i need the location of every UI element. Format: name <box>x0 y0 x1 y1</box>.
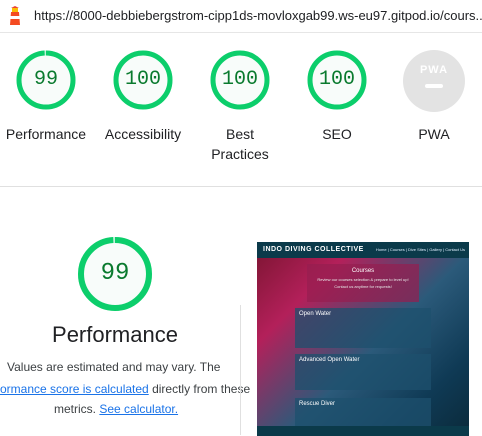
score-value: 100 <box>221 68 258 91</box>
estimate-note: Values are estimated and may vary. The <box>7 360 221 374</box>
gauge-best-practices[interactable]: 100 Best Practices <box>192 50 288 164</box>
note-text: metrics. <box>54 402 96 416</box>
site-card-title: Advanced Open Water <box>299 357 360 363</box>
site-navbar: INDO DIVING COLLECTIVE Home | Courses | … <box>257 242 469 258</box>
site-hero: Courses Review our courses selection & p… <box>307 264 419 302</box>
pwa-badge-text: PWA <box>419 64 449 76</box>
site-card: Open Water <box>295 308 431 348</box>
category-label-line: Practices <box>211 146 269 162</box>
address-bar[interactable]: https://8000-debbiebergstrom-cipp1ds-mov… <box>0 0 482 33</box>
site-card-title: Rescue Diver <box>299 401 336 407</box>
site-hero-cta: Contact us anytime for requests! <box>334 284 392 289</box>
gauge-accessibility[interactable]: 100 Accessibility <box>95 50 191 144</box>
performance-title: Performance <box>52 322 178 347</box>
score-value: 100 <box>124 68 161 91</box>
score-value: 99 <box>33 68 58 91</box>
pwa-badge-icon: PWA <box>403 50 465 112</box>
pwa-badge-bar <box>425 84 443 88</box>
site-hero-text: Review our courses selection & prepare t… <box>317 277 409 282</box>
url-text[interactable]: https://8000-debbiebergstrom-cipp1ds-mov… <box>34 8 482 23</box>
site-footer <box>257 426 469 436</box>
site-menu: Home | Courses | Dive Sites | Gallery | … <box>375 247 465 252</box>
estimate-note-line-2: ormance score is calculated directly fro… <box>0 382 250 396</box>
gauge-performance[interactable]: 99 Performance <box>0 50 94 144</box>
site-card: Advanced Open Water <box>295 354 431 390</box>
site-card-title: Open Water <box>299 311 332 317</box>
site-hero-title: Courses <box>351 268 375 274</box>
category-label: Best Practices <box>192 124 288 164</box>
section-divider <box>0 186 482 187</box>
see-calculator-link[interactable]: See calculator. <box>99 402 178 416</box>
score-calculated-link[interactable]: ormance score is calculated <box>0 382 149 396</box>
gauge-pwa[interactable]: PWA PWA <box>386 50 482 144</box>
category-label: PWA <box>418 126 450 142</box>
note-text: directly from these <box>152 382 251 396</box>
category-label-line: Best <box>225 126 254 142</box>
site-brand: INDO DIVING COLLECTIVE <box>263 246 364 253</box>
performance-score: 99 <box>100 260 130 287</box>
category-label: SEO <box>322 126 352 142</box>
score-value: 100 <box>318 68 355 91</box>
category-label: Performance <box>5 126 87 142</box>
page-screenshot-thumbnail[interactable]: INDO DIVING COLLECTIVE Home | Courses | … <box>257 242 469 436</box>
lighthouse-icon <box>10 6 20 25</box>
category-label: Accessibility <box>104 126 182 142</box>
estimate-note-line-3: metrics. See calculator. <box>54 402 178 416</box>
column-divider <box>240 305 241 435</box>
site-card: Rescue Diver <box>295 398 431 428</box>
gauge-seo[interactable]: 100 SEO <box>289 50 385 144</box>
